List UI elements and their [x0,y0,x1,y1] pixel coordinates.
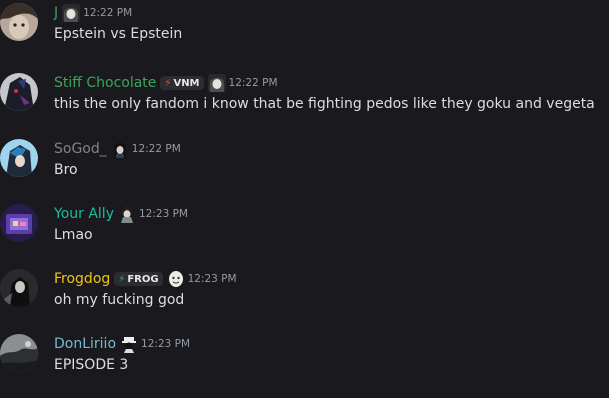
guild-tag-label: VNM [173,77,200,89]
message-text: Epstein vs Epstein [54,26,183,42]
timestamp: 12:22 PM [228,77,278,89]
message: Stiff Chocolate ⚡ VNM 12:22 PM this the … [0,73,609,137]
message: J 12:22 PM Epstein vs Epstein [0,3,609,67]
dark-hair-emoji-icon[interactable] [110,140,129,158]
timestamp: 12:23 PM [187,273,237,285]
character-emoji-icon[interactable] [117,205,136,223]
timestamp: 12:22 PM [131,143,181,155]
timestamp: 12:23 PM [141,338,191,350]
message: Frogdog ⚡ FROG 12:23 PM oh my fucking go… [0,269,609,333]
username[interactable]: SoGod_ [54,141,107,157]
anime-face-icon[interactable] [0,3,38,41]
username[interactable]: Frogdog [54,271,110,287]
username[interactable]: J [54,5,58,21]
gray-scene-icon[interactable] [0,334,38,372]
guild-tag[interactable]: ⚡ FROG [114,272,163,286]
message: DonLiriio 12:23 PM EPISODE 3 [0,334,609,398]
anime-girl-emoji-icon[interactable] [62,4,81,22]
timestamp: 12:23 PM [138,208,188,220]
dark-figure-icon[interactable] [0,269,38,307]
message-text: EPISODE 3 [54,357,129,373]
guild-tag[interactable]: ⚡ VNM [160,76,204,90]
dark-hero-icon[interactable] [0,73,38,111]
pale-face-emoji-icon[interactable] [166,270,185,288]
lightning-icon: ⚡ [118,273,126,285]
message-text: Bro [54,162,78,178]
username[interactable]: DonLiriio [54,336,116,352]
username[interactable]: Your Ally [54,206,114,222]
message: Your Ally 12:23 PM Lmao [0,204,609,268]
guild-tag-label: FROG [127,273,159,285]
hat-figure-emoji-icon[interactable] [120,335,139,353]
blue-character-icon[interactable] [0,139,38,177]
anime-girl-emoji-icon[interactable] [207,74,226,92]
timestamp: 12:22 PM [83,7,133,19]
username[interactable]: Stiff Chocolate [54,75,156,91]
message-text: oh my fucking god [54,292,185,308]
lightning-icon: ⚡ [164,77,172,89]
purple-frame-icon[interactable] [0,204,38,242]
message-text: this the only fandom i know that be figh… [54,96,595,112]
message: SoGod_ 12:22 PM Bro [0,139,609,203]
message-text: Lmao [54,227,93,243]
